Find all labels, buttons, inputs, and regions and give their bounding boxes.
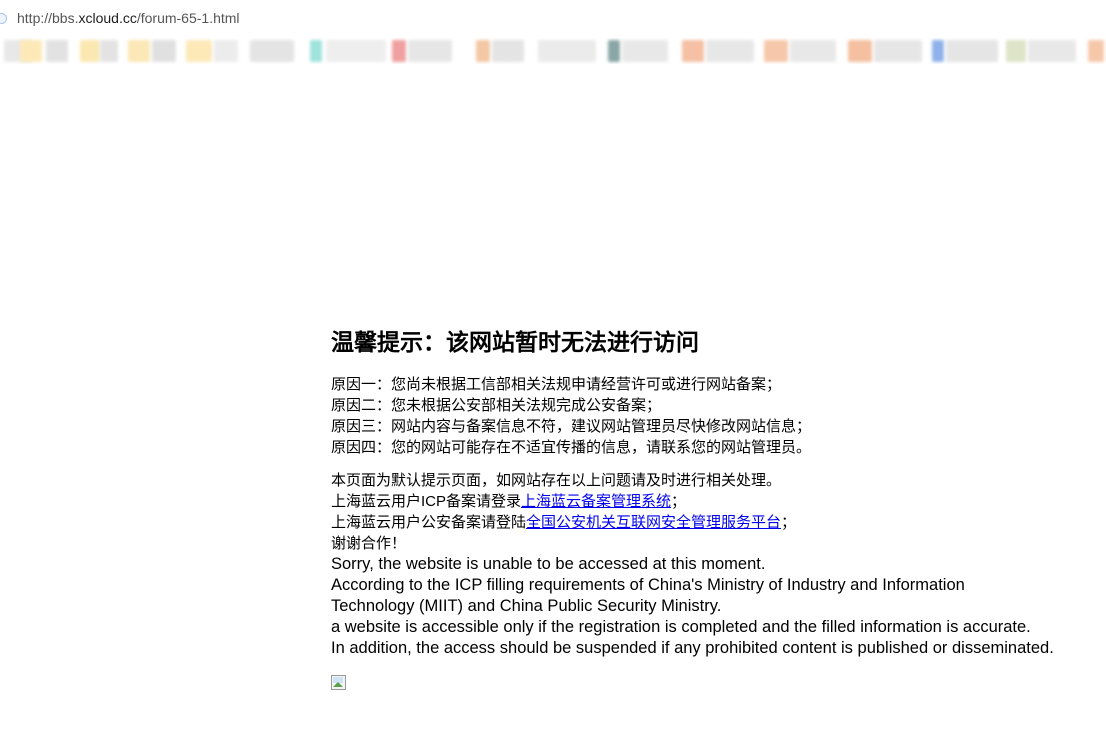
police-security-platform-link[interactable]: 全国公安机关互联网安全管理服务平台 bbox=[526, 514, 781, 531]
url-path: /forum-65-1.html bbox=[136, 10, 240, 26]
english-notice-line: Technology (MIIT) and China Public Secur… bbox=[331, 597, 722, 615]
bookmarks-bar bbox=[0, 38, 1106, 64]
thanks-text: 谢谢合作！ bbox=[331, 535, 407, 552]
address-bar[interactable]: http://bbs.xcloud.cc/forum-65-1.html bbox=[0, 6, 240, 30]
bookmark-item[interactable] bbox=[1006, 40, 1026, 62]
bookmark-item[interactable] bbox=[608, 40, 620, 62]
bookmark-item[interactable] bbox=[310, 40, 322, 62]
default-page-note: 本页面为默认提示页面，如网站存在以上问题请及时进行相关处理。 bbox=[331, 472, 782, 489]
bookmark-item[interactable] bbox=[214, 40, 238, 62]
bookmark-item[interactable] bbox=[46, 40, 68, 62]
icp-prefix-text: 上海蓝云用户ICP备案请登录 bbox=[331, 493, 522, 510]
icp-suffix-text: ； bbox=[671, 493, 687, 510]
site-info-icon[interactable] bbox=[0, 12, 7, 24]
bookmark-item[interactable] bbox=[476, 40, 490, 62]
bookmark-item[interactable] bbox=[764, 40, 788, 62]
bookmark-item[interactable] bbox=[20, 40, 42, 62]
bookmark-item[interactable] bbox=[1088, 40, 1104, 62]
english-notice-line: According to the ICP filling requirement… bbox=[331, 576, 965, 594]
reason-item: 原因四：您的网站可能存在不适宜传播的信息，请联系您的网站管理员。 bbox=[331, 439, 812, 456]
bookmark-item[interactable] bbox=[946, 40, 998, 62]
police-suffix-text: ； bbox=[781, 514, 797, 531]
bookmark-item[interactable] bbox=[848, 40, 872, 62]
bookmark-item[interactable] bbox=[1028, 40, 1076, 62]
bookmark-item[interactable] bbox=[874, 40, 922, 62]
reason-item: 原因三：网站内容与备案信息不符，建议网站管理员尽快修改网站信息； bbox=[331, 418, 812, 435]
bookmark-item[interactable] bbox=[392, 40, 406, 62]
police-registration-line: 上海蓝云用户公安备案请登陆全国公安机关互联网安全管理服务平台； bbox=[331, 512, 1101, 533]
english-notice-line: a website is accessible only if the regi… bbox=[331, 618, 1031, 636]
english-notice-line: In addition, the access should be suspen… bbox=[331, 639, 1054, 657]
bookmark-item[interactable] bbox=[250, 40, 294, 62]
reason-item: 原因一：您尚未根据工信部相关法规申请经营许可或进行网站备案； bbox=[331, 376, 782, 393]
page-title: 温馨提示：该网站暂时无法进行访问 bbox=[331, 329, 699, 355]
url-text[interactable]: http://bbs.xcloud.cc/forum-65-1.html bbox=[17, 10, 240, 26]
broken-image-icon bbox=[331, 675, 347, 691]
bookmark-item[interactable] bbox=[790, 40, 836, 62]
bookmark-item[interactable] bbox=[152, 40, 176, 62]
bookmark-item[interactable] bbox=[492, 40, 524, 62]
bookmark-item[interactable] bbox=[128, 40, 150, 62]
english-notice-line: Sorry, the website is unable to be acces… bbox=[331, 555, 766, 573]
bookmark-item[interactable] bbox=[326, 40, 386, 62]
reason-item: 原因二：您未根据公安部相关法规完成公安备案； bbox=[331, 397, 662, 414]
police-prefix-text: 上海蓝云用户公安备案请登陆 bbox=[331, 514, 527, 531]
bookmark-item[interactable] bbox=[538, 40, 596, 62]
url-prefix: http://bbs. bbox=[17, 10, 79, 26]
notice-content: 温馨提示：该网站暂时无法进行访问 原因一：您尚未根据工信部相关法规申请经营许可或… bbox=[331, 326, 1101, 691]
url-host: xcloud.cc bbox=[78, 10, 137, 26]
bookmark-item[interactable] bbox=[408, 40, 452, 62]
bookmark-item[interactable] bbox=[622, 40, 668, 62]
bookmark-item[interactable] bbox=[932, 40, 944, 62]
bookmark-item[interactable] bbox=[706, 40, 754, 62]
bookmark-item[interactable] bbox=[186, 40, 212, 62]
reasons-list: 原因一：您尚未根据工信部相关法规申请经营许可或进行网站备案； 原因二：您未根据公… bbox=[331, 374, 1101, 458]
icp-registration-line: 上海蓝云用户ICP备案请登录上海蓝云备案管理系统； bbox=[331, 491, 1101, 512]
bookmark-item[interactable] bbox=[80, 40, 100, 62]
bookmark-item[interactable] bbox=[100, 40, 118, 62]
icp-management-system-link[interactable]: 上海蓝云备案管理系统 bbox=[521, 493, 671, 510]
browser-chrome: http://bbs.xcloud.cc/forum-65-1.html bbox=[0, 0, 1106, 66]
bookmark-item[interactable] bbox=[682, 40, 704, 62]
